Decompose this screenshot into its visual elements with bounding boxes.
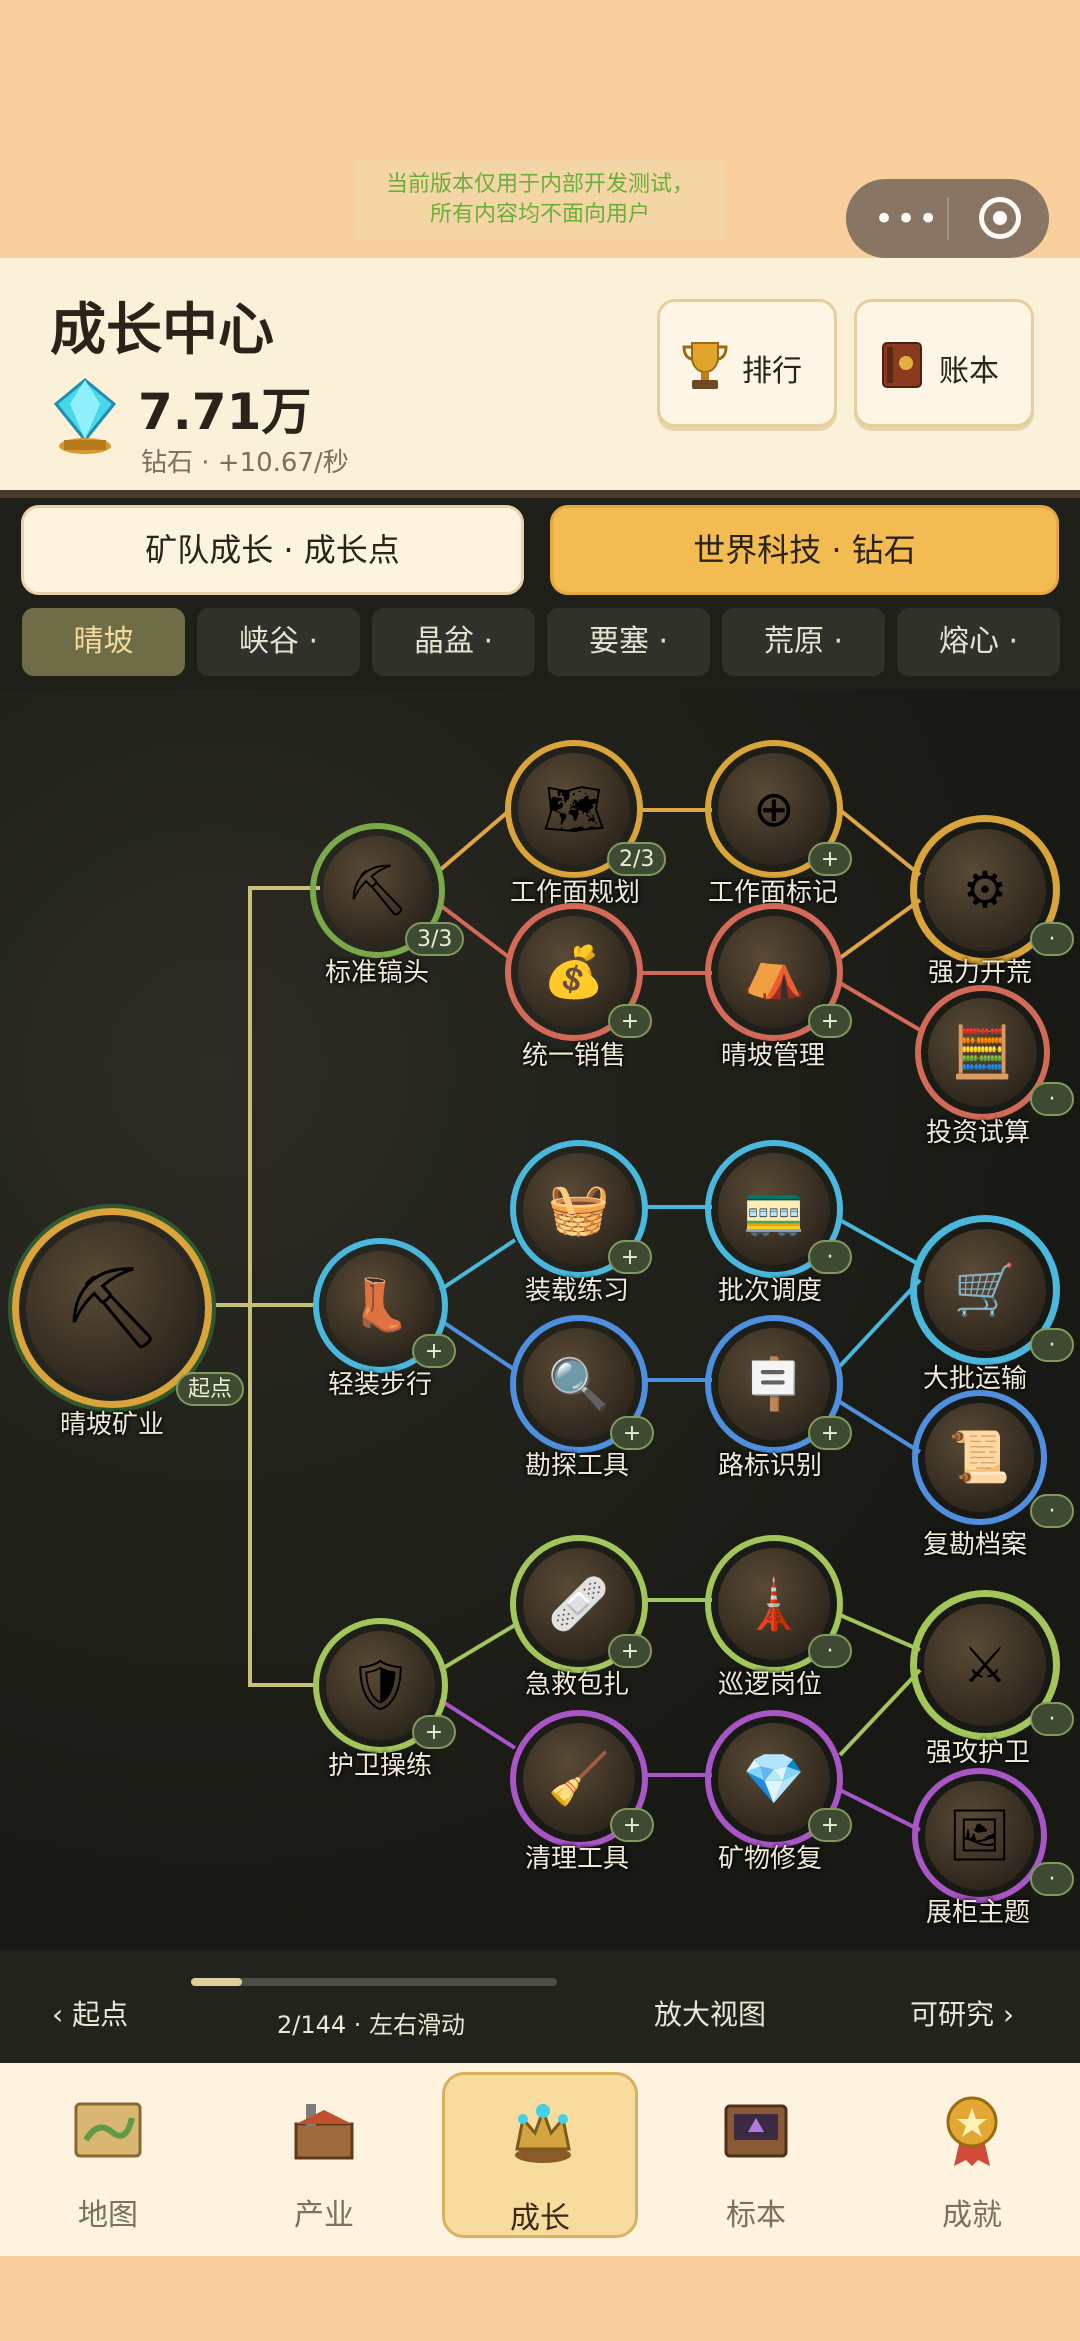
node-badge: · xyxy=(1030,1328,1074,1362)
node-label: 强力开荒 xyxy=(927,958,1032,988)
mini-program-capsule[interactable]: ••• xyxy=(846,179,1049,258)
node-badge: + xyxy=(808,842,852,876)
dev-notice-line2: 所有内容均不面向用户 xyxy=(429,202,650,227)
dev-notice-line1: 当前版本仅用于内部开发测试， xyxy=(385,172,694,197)
node-badge: + xyxy=(808,1004,852,1038)
node-label: 巡逻岗位 xyxy=(717,1670,822,1700)
node-badge: · xyxy=(1030,922,1074,956)
tab-achievement[interactable]: 成就 xyxy=(874,2072,1070,2238)
page-indicator: 2/144 · 左右滑动 xyxy=(277,2011,466,2039)
tree-scroll-progress xyxy=(191,1978,557,1986)
node-badge: + xyxy=(808,1808,852,1842)
node-badge: + xyxy=(608,1634,652,1668)
close-target-icon[interactable] xyxy=(979,197,1021,239)
specimen-box-icon xyxy=(724,2104,788,2158)
map-icon xyxy=(74,2102,142,2158)
crown-icon xyxy=(515,2104,571,2163)
ledger-button-label: 账本 xyxy=(939,354,999,389)
tree-scroll-progress-fill xyxy=(191,1978,243,1986)
dev-notice: 当前版本仅用于内部开发测试， 所有内容均不面向用户 xyxy=(355,160,725,240)
capsule-divider xyxy=(947,197,949,240)
tab-specimen-label: 标本 xyxy=(726,2198,786,2233)
zoom-view-button[interactable]: 放大视图 xyxy=(654,1993,766,2033)
node-badge: + xyxy=(608,1240,652,1274)
tab-map-label: 地图 xyxy=(78,2198,138,2233)
diamond-amount: 7.71万 xyxy=(138,383,312,441)
node-badge: + xyxy=(610,1808,654,1842)
node-label: 勘探工具 xyxy=(524,1451,629,1481)
region-tab-huangyuan[interactable]: 荒原 · xyxy=(722,608,885,676)
node-label: 标准镐头 xyxy=(324,958,429,988)
node-badge: + xyxy=(412,1334,456,1368)
diamond-icon xyxy=(53,378,117,454)
medal-icon xyxy=(946,2096,998,2166)
node-label: 急救包扎 xyxy=(524,1670,629,1700)
region-tab-qingpo[interactable]: 晴坡 xyxy=(22,608,185,676)
region-tab-jingpen[interactable]: 晶盆 · xyxy=(372,608,535,676)
tab-growth-label: 成长 xyxy=(510,2201,570,2236)
node-label: 投资试算 xyxy=(925,1118,1030,1148)
display-case-icon: 🖼 xyxy=(947,1806,1012,1864)
node-label: 装载练习 xyxy=(524,1276,629,1306)
node-badge: · xyxy=(808,1634,852,1668)
node-label: 批次调度 xyxy=(717,1276,822,1306)
tab-achievement-label: 成就 xyxy=(942,2198,1002,2233)
ledger-icon xyxy=(882,342,922,388)
mode-tab-world-tech[interactable]: 世界科技 · 钻石 xyxy=(550,505,1059,595)
root-label: 晴坡矿业 xyxy=(59,1410,164,1440)
node-badge: + xyxy=(412,1715,456,1749)
node-label: 晴坡管理 xyxy=(720,1041,825,1071)
mine-entrance-icon: ⛏ xyxy=(61,1261,163,1354)
region-tab-rongxin[interactable]: 熔心 · xyxy=(897,608,1060,676)
tab-industry[interactable]: 产业 xyxy=(226,2072,422,2238)
node-badge: 3/3 xyxy=(405,922,465,956)
node-label: 轻装步行 xyxy=(327,1370,432,1400)
region-tab-yaosai[interactable]: 要塞 · xyxy=(547,608,710,676)
start-nav-button[interactable]: ‹ 起点 xyxy=(52,1993,128,2033)
tab-specimen[interactable]: 标本 xyxy=(658,2072,854,2238)
tab-growth[interactable]: 成长 xyxy=(442,2072,638,2238)
node-label: 复勘档案 xyxy=(922,1530,1027,1560)
node-label: 矿物修复 xyxy=(717,1844,822,1874)
tab-map[interactable]: 地图 xyxy=(10,2072,206,2238)
node-label: 展柜主题 xyxy=(925,1898,1030,1928)
calculator-icon: 🧮 xyxy=(951,1023,1014,1081)
tech-node-resurvey-archive[interactable]: 📜 xyxy=(912,1390,1047,1525)
page-title: 成长中心 xyxy=(50,298,274,363)
node-badge: · xyxy=(1030,1494,1074,1528)
mode-tab-team-growth[interactable]: 矿队成长 · 成长点 xyxy=(21,505,524,595)
node-badge: 2/3 xyxy=(607,842,667,876)
node-badge: · xyxy=(1030,1702,1074,1736)
node-badge: · xyxy=(1030,1862,1074,1896)
node-badge: · xyxy=(1030,1082,1074,1116)
more-icon[interactable]: ••• xyxy=(874,202,940,236)
trophy-icon xyxy=(682,342,728,389)
node-badge: + xyxy=(608,1004,652,1038)
node-badge: · xyxy=(808,1240,852,1274)
tab-industry-label: 产业 xyxy=(294,2198,354,2233)
header-divider xyxy=(0,490,1080,498)
researchable-button[interactable]: 可研究 › xyxy=(910,1993,1014,2033)
tech-tree[interactable]: ⛏ 起点 晴坡矿业 ⛏ 3/3 标准镐头 🗺 2/3 工作面规划 ⊕ + 工作面… xyxy=(0,690,1080,1950)
node-label: 路标识别 xyxy=(717,1451,822,1481)
ranking-button-label: 排行 xyxy=(742,354,802,389)
ranking-button[interactable]: 排行 xyxy=(657,299,837,427)
node-label: 清理工具 xyxy=(524,1844,629,1874)
root-badge: 起点 xyxy=(176,1372,245,1406)
tech-node-display-theme[interactable]: 🖼 xyxy=(912,1768,1047,1903)
region-tab-xiagu[interactable]: 峡谷 · xyxy=(197,608,360,676)
node-label: 统一销售 xyxy=(521,1041,626,1071)
diamond-rate: 钻石 · +10.67/秒 xyxy=(141,448,349,478)
ledger-button[interactable]: 账本 xyxy=(854,299,1034,427)
archive-icon: 📜 xyxy=(948,1428,1011,1486)
node-label: 护卫操练 xyxy=(327,1751,432,1781)
factory-icon xyxy=(294,2104,354,2160)
node-label: 强攻护卫 xyxy=(925,1738,1030,1768)
